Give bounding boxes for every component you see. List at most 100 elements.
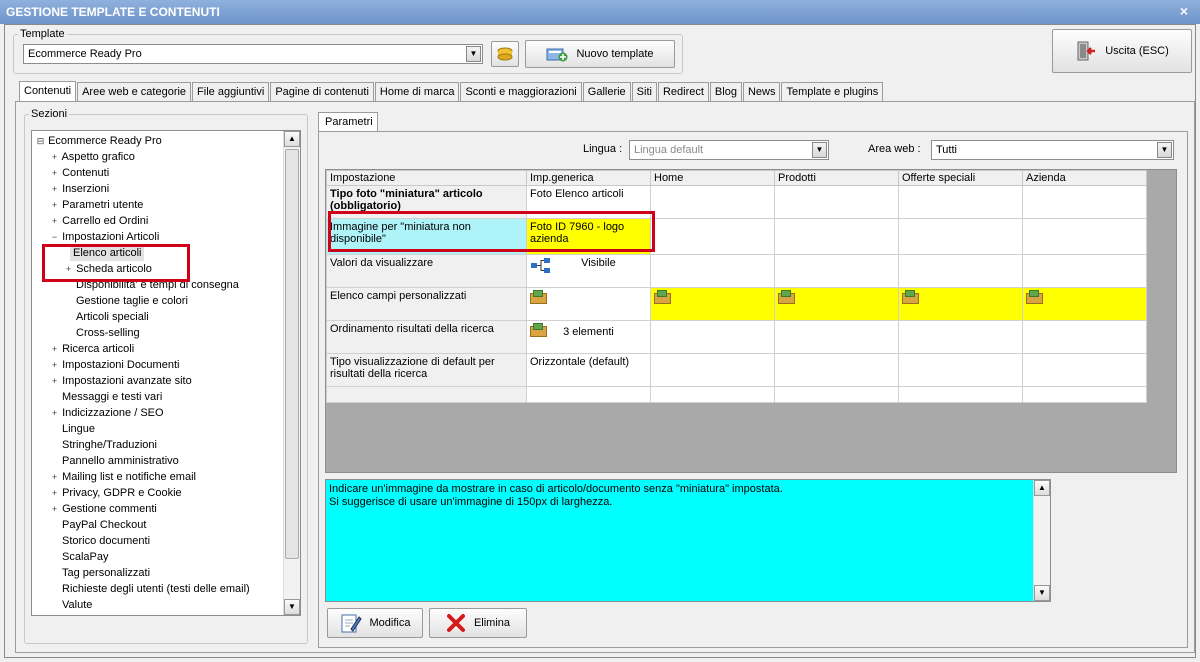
expand-icon[interactable]: +: [50, 213, 59, 229]
tab-pagine-contenuti[interactable]: Pagine di contenuti: [270, 82, 374, 101]
chevron-down-icon[interactable]: ▼: [466, 46, 481, 62]
close-icon[interactable]: ×: [1176, 3, 1192, 19]
tab-file-aggiuntivi[interactable]: File aggiuntivi: [192, 82, 270, 101]
tree-scrollbar[interactable]: ▲ ▼: [283, 131, 300, 615]
folder-icon[interactable]: [530, 290, 547, 304]
tree-item[interactable]: PayPal Checkout: [62, 517, 146, 533]
tab-parametri[interactable]: Parametri: [318, 112, 378, 132]
tree-item[interactable]: Articoli speciali: [76, 309, 149, 325]
tab-contenuti[interactable]: Contenuti: [19, 81, 77, 102]
tab-siti[interactable]: Siti: [631, 82, 657, 101]
tree-item[interactable]: + Parametri utente: [50, 197, 144, 213]
tree-item[interactable]: Pannello amministrativo: [62, 453, 179, 469]
tab-blog[interactable]: Blog: [709, 82, 742, 101]
open-template-button[interactable]: [491, 41, 519, 67]
scroll-up-icon[interactable]: ▲: [1034, 480, 1050, 496]
tree-item[interactable]: Richieste degli utenti (testi delle emai…: [62, 581, 250, 597]
tree-item[interactable]: + Contenuti: [50, 165, 109, 181]
area-web-select[interactable]: Tutti ▼: [931, 140, 1174, 160]
tab-gallerie[interactable]: Gallerie: [582, 82, 631, 101]
tree-item[interactable]: Valute: [62, 597, 92, 613]
setting-value-cell[interactable]: [526, 287, 651, 321]
tree-item[interactable]: Gestione taglie e colori: [76, 293, 188, 309]
lingua-select[interactable]: Lingua default ▼: [629, 140, 829, 160]
tree-item[interactable]: + Privacy, GDPR e Cookie: [50, 485, 182, 501]
tree-item[interactable]: Cross-selling: [76, 325, 140, 341]
folder-icon[interactable]: [654, 290, 671, 304]
folder-icon[interactable]: [902, 290, 919, 304]
tree-item[interactable]: + Aspetto grafico: [50, 149, 135, 165]
column-header[interactable]: Offerte speciali: [898, 170, 1023, 186]
tree-item[interactable]: + Indicizzazione / SEO: [50, 405, 164, 421]
tree-item[interactable]: + Ricerca articoli: [50, 341, 134, 357]
tree-item[interactable]: ScalaPay: [62, 549, 108, 565]
column-header[interactable]: Home: [650, 170, 775, 186]
table-row[interactable]: [326, 386, 1147, 403]
sections-tree[interactable]: ⊟ Ecommerce Ready Pro + Aspetto grafico …: [31, 130, 301, 616]
tab-redirect[interactable]: Redirect: [657, 82, 709, 101]
description-scrollbar[interactable]: ▲ ▼: [1033, 480, 1050, 601]
tree-item[interactable]: Storico documenti: [62, 533, 150, 549]
expand-icon[interactable]: +: [50, 501, 59, 517]
tree-item[interactable]: Stringhe/Traduzioni: [62, 437, 157, 453]
column-header[interactable]: Impostazione: [326, 170, 527, 186]
tree-item[interactable]: + Gestione commenti: [50, 501, 157, 517]
description-box[interactable]: Indicare un'immagine da mostrare in caso…: [325, 479, 1051, 602]
column-header[interactable]: Prodotti: [774, 170, 899, 186]
delete-button[interactable]: Elimina: [429, 608, 527, 638]
expand-icon[interactable]: +: [50, 197, 59, 213]
column-header[interactable]: Imp.generica: [526, 170, 651, 186]
chevron-down-icon[interactable]: ▼: [812, 142, 827, 158]
new-template-button[interactable]: Nuovo template: [525, 40, 675, 68]
folder-icon[interactable]: [530, 323, 547, 337]
scroll-down-icon[interactable]: ▼: [284, 599, 300, 615]
expand-icon[interactable]: +: [50, 485, 59, 501]
chevron-down-icon[interactable]: ▼: [1157, 142, 1172, 158]
tree-item[interactable]: + Impostazioni Documenti: [50, 357, 180, 373]
tab-home-marca[interactable]: Home di marca: [374, 82, 460, 101]
tree-item[interactable]: + Mailing list e notifiche email: [50, 469, 196, 485]
folder-icon[interactable]: [1026, 290, 1043, 304]
setting-value-cell[interactable]: Visibile: [526, 254, 651, 288]
setting-value-cell[interactable]: [650, 287, 775, 321]
tab-news[interactable]: News: [742, 82, 781, 101]
table-row[interactable]: Valori da visualizzare Visibile: [326, 254, 1147, 288]
tab-aree-web[interactable]: Aree web e categorie: [77, 82, 192, 101]
tab-sconti[interactable]: Sconti e maggiorazioni: [460, 82, 582, 101]
expand-icon[interactable]: +: [50, 405, 59, 421]
exit-button[interactable]: Uscita (ESC): [1052, 29, 1192, 73]
tree-item[interactable]: Messaggi e testi vari: [62, 389, 162, 405]
expand-icon[interactable]: +: [50, 181, 59, 197]
scroll-down-icon[interactable]: ▼: [1034, 585, 1050, 601]
tree-item[interactable]: Tag personalizzati: [62, 565, 150, 581]
setting-value-cell[interactable]: 3 elementi: [526, 320, 651, 354]
table-row[interactable]: Tipo visualizzazione di default per risu…: [326, 353, 1147, 387]
collapse-icon[interactable]: −: [50, 229, 59, 245]
template-select[interactable]: Ecommerce Ready Pro ▼: [23, 44, 483, 64]
table-row[interactable]: Elenco campi personalizzati: [326, 287, 1147, 321]
setting-value-cell[interactable]: [1022, 287, 1147, 321]
tree-item[interactable]: ⊟ Ecommerce Ready Pro: [36, 133, 162, 149]
tree-item[interactable]: − Impostazioni Articoli: [50, 229, 159, 245]
tree-item[interactable]: + Carrello ed Ordini: [50, 213, 148, 229]
table-row[interactable]: Ordinamento risultati della ricerca 3 el…: [326, 320, 1147, 354]
collapse-icon[interactable]: ⊟: [36, 133, 45, 149]
tab-template-plugins[interactable]: Template e plugins: [781, 82, 884, 101]
column-header[interactable]: Azienda: [1022, 170, 1147, 186]
scroll-thumb[interactable]: [285, 149, 299, 559]
setting-value-cell[interactable]: [774, 287, 899, 321]
expand-icon[interactable]: +: [50, 341, 59, 357]
tree-item[interactable]: + Inserzioni: [50, 181, 109, 197]
tree-item[interactable]: Lingue: [62, 421, 95, 437]
setting-value[interactable]: Orizzontale (default): [526, 353, 651, 387]
tree-item[interactable]: + Impostazioni avanzate sito: [50, 373, 192, 389]
scroll-up-icon[interactable]: ▲: [284, 131, 300, 147]
expand-icon[interactable]: +: [50, 373, 59, 389]
edit-button[interactable]: Modifica: [327, 608, 423, 638]
folder-icon[interactable]: [778, 290, 795, 304]
expand-icon[interactable]: +: [50, 469, 59, 485]
setting-value-cell[interactable]: [898, 287, 1023, 321]
expand-icon[interactable]: +: [50, 165, 59, 181]
expand-icon[interactable]: +: [50, 357, 59, 373]
expand-icon[interactable]: +: [50, 149, 59, 165]
